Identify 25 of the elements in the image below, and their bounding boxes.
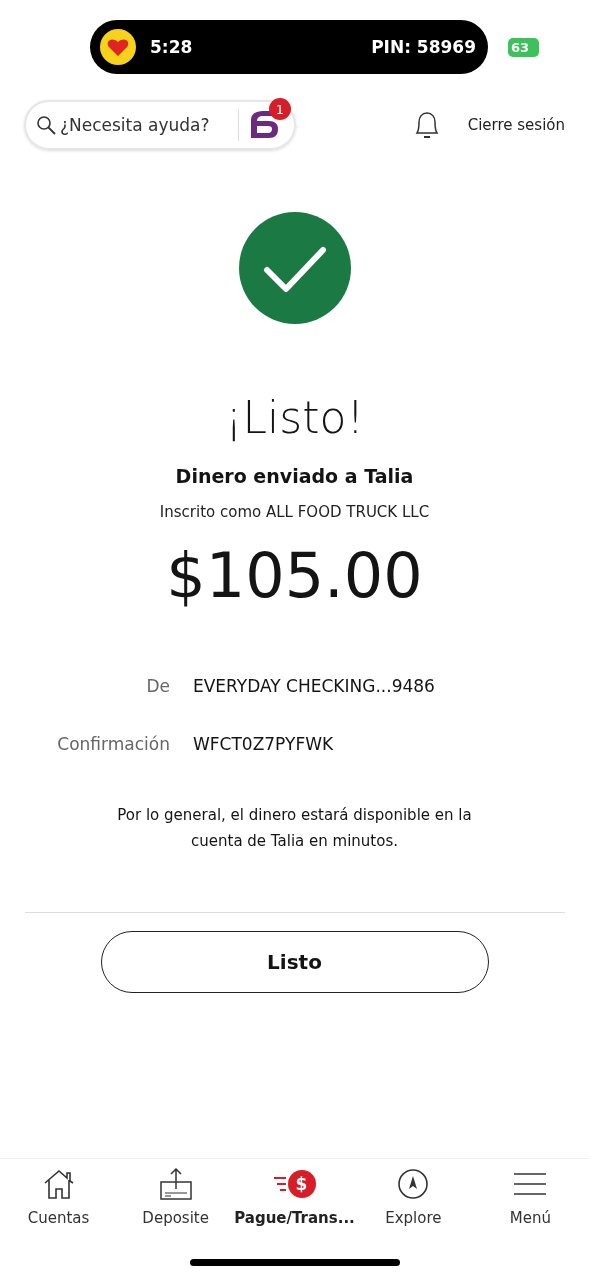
- nav-tab[interactable]: Pague/Trans...: [234, 1209, 355, 1227]
- logout-link[interactable]: Cierre sesión: [467, 116, 565, 134]
- success-title: ¡Listo!: [224, 392, 365, 443]
- compass-icon[interactable]: [397, 1167, 430, 1201]
- pin-text: PIN: 58969: [371, 37, 476, 57]
- nav-tab[interactable]: Menú: [509, 1209, 552, 1227]
- availability-note: Por lo general, el dinero estará disponible en la cuenta de Talia en minutos.: [116, 805, 473, 852]
- detail-value: WFCT0Z7PYFWK: [193, 734, 335, 754]
- notification-badge: 1: [269, 98, 291, 120]
- detail-label: Confirmación: [56, 734, 170, 754]
- amount-text: $105.00: [166, 539, 423, 612]
- recipient-subheading: Inscrito como ALL FOOD TRUCK LLC: [159, 503, 430, 521]
- deposit-icon[interactable]: [158, 1167, 193, 1201]
- battery-indicator: 63: [508, 37, 540, 57]
- nav-tab[interactable]: Deposite: [142, 1209, 209, 1227]
- nav-tab[interactable]: Explore: [385, 1209, 442, 1227]
- detail-value: EVERYDAY CHECKING...9486: [193, 676, 436, 696]
- search-icon: [36, 115, 56, 135]
- nav-tab[interactable]: Cuentas: [27, 1209, 90, 1227]
- status-time: 5:28: [150, 37, 193, 57]
- dollar-icon[interactable]: $: [287, 1170, 316, 1198]
- done-button[interactable]: Listo: [100, 931, 489, 993]
- recipient-heading: Dinero enviado a Talia: [175, 465, 414, 487]
- success-check-icon: [238, 212, 351, 324]
- detail-label: De: [145, 676, 170, 696]
